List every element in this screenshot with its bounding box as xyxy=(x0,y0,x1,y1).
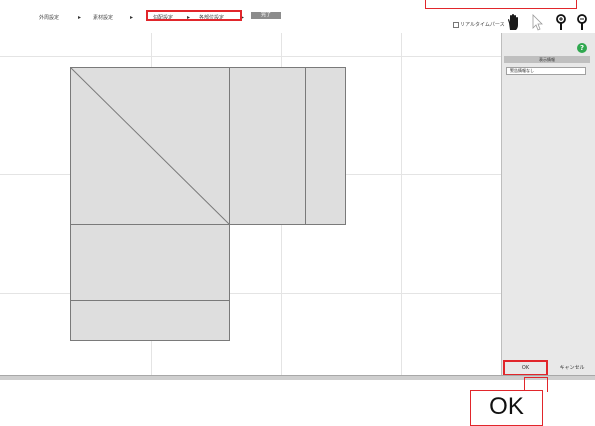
roof-face-east-2[interactable] xyxy=(305,67,346,225)
ok-button[interactable]: OK xyxy=(503,360,548,376)
grid-line xyxy=(401,33,402,375)
side-panel xyxy=(501,33,595,375)
display-info-field: 警告情報なし xyxy=(506,67,586,75)
roof-face-south-1[interactable] xyxy=(70,224,230,301)
step-material[interactable]: 素材設定 xyxy=(93,14,113,21)
step-arrow-icon: ▸ xyxy=(78,14,82,21)
horizontal-scrollbar[interactable] xyxy=(0,375,595,380)
step-outer-perimeter[interactable]: 外周設定 xyxy=(39,14,59,21)
realtime-label: リアルタイムパース xyxy=(460,22,505,28)
roof-face-main[interactable] xyxy=(70,67,230,225)
step-arrow-icon: ▸ xyxy=(130,14,134,21)
step-complete[interactable]: 完了 xyxy=(251,12,281,19)
ok-callout-label: OK xyxy=(470,390,543,426)
cancel-button[interactable]: キャンセル xyxy=(550,360,594,376)
realtime-perspective-toggle[interactable]: リアルタイムパース xyxy=(453,21,505,28)
roof-face-east-1[interactable] xyxy=(229,67,306,225)
zoom-in-icon[interactable] xyxy=(555,14,567,31)
pointer-icon[interactable] xyxy=(531,14,543,31)
step-highlight-box xyxy=(146,10,242,21)
roof-face-south-2[interactable] xyxy=(70,300,230,341)
top-callout-box xyxy=(425,0,577,9)
hand-icon[interactable] xyxy=(506,14,522,31)
drawing-canvas[interactable] xyxy=(0,33,501,375)
checkbox-icon[interactable] xyxy=(453,21,459,28)
zoom-out-icon[interactable] xyxy=(576,14,588,31)
diagonal-line xyxy=(70,67,230,225)
help-icon[interactable]: ? xyxy=(577,43,587,53)
grid-line xyxy=(0,56,501,57)
panel-header: 表示情報 xyxy=(504,56,590,63)
